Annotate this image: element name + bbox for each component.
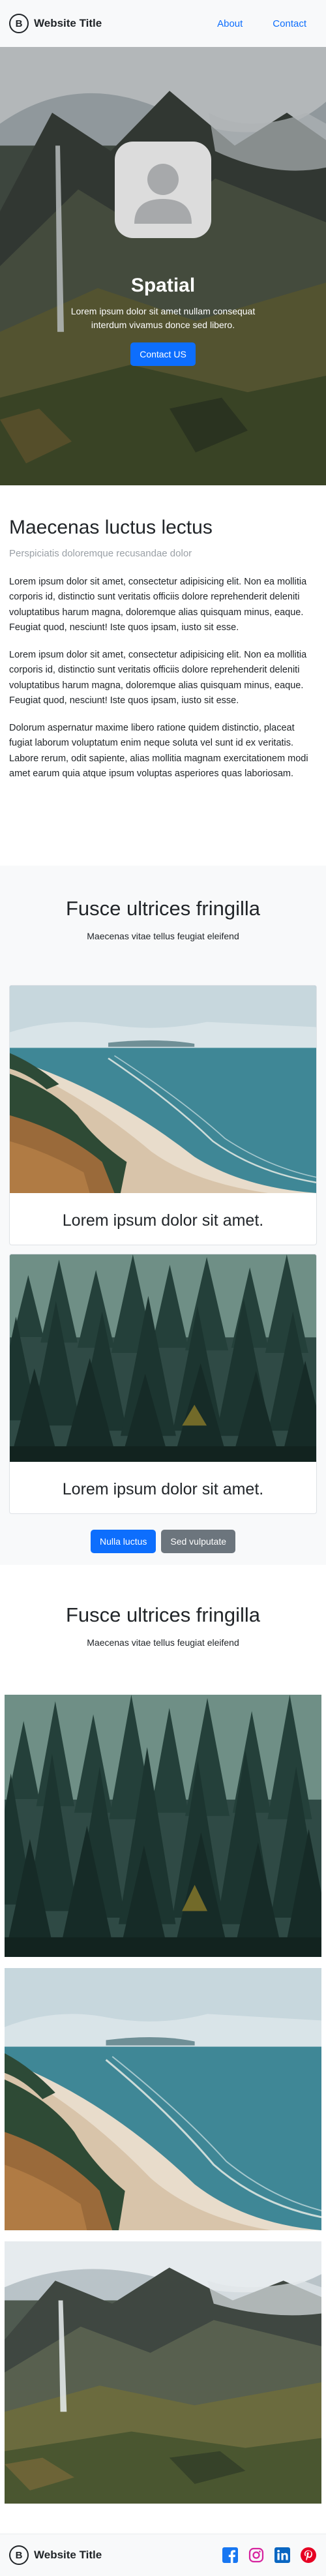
footer-brand-title: Website Title [34,2549,102,2561]
footer-brand-logo-icon: B [9,2545,29,2565]
hero-subtitle: Lorem ipsum dolor sit amet nullam conseq… [70,306,256,330]
page: B Website Title About Contact Spatial Lo… [0,0,326,2576]
facebook-icon[interactable] [222,2547,239,2564]
pinterest-icon[interactable] [300,2547,317,2564]
about-section: Maecenas luctus lectus Perspiciatis dolo… [0,485,326,866]
card-image-forest [10,1254,316,1462]
gallery-image-beach [5,1968,321,2230]
social-links [222,2547,317,2564]
card[interactable]: Lorem ipsum dolor sit amet. [9,1254,317,1514]
card-caption: Lorem ipsum dolor sit amet. [62,1211,264,1230]
gallery-image-mountain [5,2241,321,2504]
gallery-section-subtitle: Maecenas vitae tellus feugiat eleifend [87,1637,239,1648]
navbar: B Website Title About Contact [0,0,326,47]
avatar [115,142,211,238]
gallery-section-title: Fusce ultrices fringilla [65,1603,261,1626]
card-image-beach [10,986,316,1193]
sed-vulputate-button[interactable]: Sed vulputate [161,1530,235,1553]
about-heading: Maecenas luctus lectus [9,517,213,538]
brand-title: Website Title [34,17,102,29]
hero-content: Spatial Lorem ipsum dolor sit amet nulla… [0,142,326,366]
about-paragraph-3: Dolorum aspernatur maxime libero ratione… [9,722,308,780]
contact-us-button[interactable]: Contact US [130,342,196,366]
brand-logo-icon: B [9,14,29,33]
nav-links: About Contact [217,18,306,29]
card[interactable]: Lorem ipsum dolor sit amet. [9,985,317,1245]
user-icon [134,164,192,224]
footer: B Website Title [0,2534,326,2576]
brand[interactable]: B Website Title [9,14,102,33]
cards-section-title: Fusce ultrices fringilla [65,897,261,920]
linkedin-icon[interactable] [274,2547,291,2564]
footer-brand[interactable]: B Website Title [9,2545,102,2565]
about-paragraph-2: Lorem ipsum dolor sit amet, consectetur … [9,649,307,706]
cards-button-row: Nulla luctus Sed vulputate [0,1530,326,1553]
nulla-luctus-button[interactable]: Nulla luctus [91,1530,156,1553]
about-subheading: Perspiciatis doloremque recusandae dolor [9,548,192,559]
instagram-icon[interactable] [248,2547,265,2564]
nav-link-about[interactable]: About [217,18,243,29]
hero-section: Spatial Lorem ipsum dolor sit amet nulla… [0,47,326,485]
card-caption: Lorem ipsum dolor sit amet. [62,1479,264,1498]
about-paragraph-1: Lorem ipsum dolor sit amet, consectetur … [9,577,307,633]
nav-link-contact[interactable]: Contact [273,18,306,29]
cards-section-subtitle: Maecenas vitae tellus feugiat eleifend [87,931,239,941]
gallery-image-forest [5,1695,321,1957]
hero-title: Spatial [130,275,196,296]
